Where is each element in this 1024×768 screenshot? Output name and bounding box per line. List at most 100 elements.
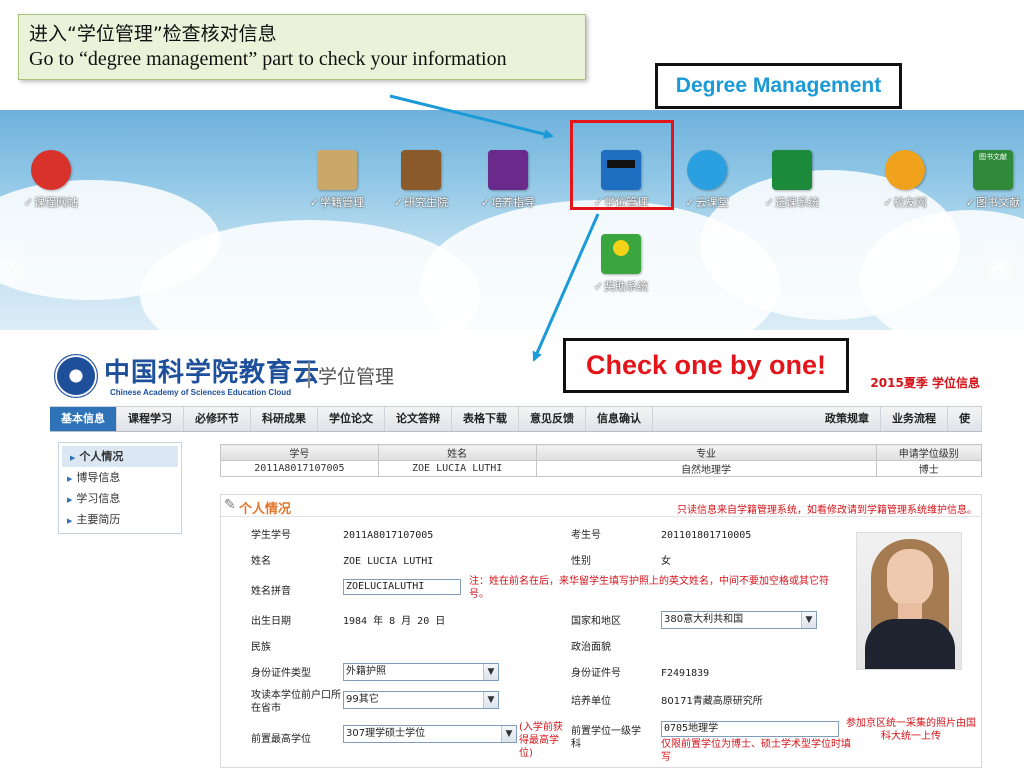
label-prev-degree: 前置最高学位 [251, 734, 311, 745]
app-label: 校友网 [893, 196, 927, 209]
degree-management-site: 中国科学院教育云 Chinese Academy of Sciences Edu… [50, 348, 982, 768]
cas-logo-icon [54, 354, 98, 398]
label-id-type: 身份证件类型 [251, 668, 311, 679]
cell-name: ZOE LUCIA LUTHI [377, 460, 537, 477]
menu-supervisor-info[interactable]: ▶ 博导信息 [59, 467, 181, 488]
portal-banner: « » ✓课程网站 ✓学籍管理 ✓研究生院 ✓培养指导 ✓学位管理 ✓云课堂 ✓… [0, 110, 1024, 330]
country-select[interactable]: 380意大利共和国 ▼ [661, 611, 817, 629]
degree-management-label: Degree Management [655, 63, 902, 109]
summary-table: 学号 姓名 专业 申请学位级别 2011A8017107005 ZOE LUCI… [220, 444, 982, 477]
slide: 进入“学位管理”检查核对信息 Go to “degree management”… [0, 0, 1024, 768]
value-id-no: F2491839 [661, 668, 710, 679]
label-unit: 培养单位 [571, 696, 611, 707]
label-name: 姓名 [251, 556, 271, 567]
nav-course-study[interactable]: 课程学习 [117, 407, 184, 431]
label-political: 政治面貌 [571, 642, 611, 653]
app-label: 课程网站 [34, 196, 79, 209]
summary-header-row: 学号 姓名 专业 申请学位级别 [220, 444, 982, 461]
pinyin-note: 注：姓在前名在后，来华留学生填写护照上的英文姓名，中间不要加空格或其它符号。 [469, 576, 829, 600]
menu-resume[interactable]: ▶ 主要简历 [59, 509, 181, 530]
cell-major: 自然地理学 [535, 460, 877, 477]
nav-info-confirm[interactable]: 信息确认 [586, 407, 653, 431]
label-gender: 性别 [571, 556, 591, 567]
chevron-down-icon: ▼ [801, 612, 816, 628]
library-icon: 图书文献 [973, 150, 1013, 190]
nav-form-download[interactable]: 表格下载 [452, 407, 519, 431]
value-unit: 80171青藏高原研究所 [661, 696, 763, 707]
cloud-classroom-icon [687, 150, 727, 190]
value-gender: 女 [661, 556, 671, 567]
readonly-note: 只读信息来自学籍管理系统，如看修改请到学籍管理系统维护信息。 [677, 505, 977, 516]
nav-process[interactable]: 业务流程 [881, 407, 948, 431]
label-student-no: 学生学号 [251, 530, 291, 541]
nav-required-steps[interactable]: 必修环节 [184, 407, 251, 431]
left-menu: ▶ 个人情况 ▶ 博导信息 ▶ 学习信息 ▶ 主要简历 [58, 442, 182, 534]
app-label: 图书文献 [976, 196, 1021, 209]
app-award-system[interactable]: ✓奖助系统 [566, 234, 676, 294]
carousel-next-button[interactable]: » [986, 245, 1014, 285]
nav-more[interactable]: 使 [948, 407, 982, 431]
site-logo-text: 中国科学院教育云 [104, 358, 321, 388]
value-name: ZOE LUCIA LUTHI [343, 556, 434, 567]
summary-row: 2011A8017107005 ZOE LUCIA LUTHI 自然地理学 博士 [220, 460, 982, 477]
section-title: 个人情况 [239, 502, 292, 517]
app-label: 学籍管理 [320, 196, 365, 209]
id-type-value: 外籍护照 [346, 666, 386, 677]
carousel-prev-button[interactable]: « [0, 245, 24, 285]
site-logo-english: Chinese Academy of Sciences Education Cl… [110, 388, 292, 397]
nav-basic-info[interactable]: 基本信息 [50, 407, 117, 431]
chevron-down-icon: ▼ [483, 692, 498, 708]
course-selection-icon [772, 150, 812, 190]
app-label: 研究生院 [404, 196, 449, 209]
label-birth: 出生日期 [251, 616, 291, 627]
nav-thesis[interactable]: 学位论文 [318, 407, 385, 431]
award-system-icon [601, 234, 641, 274]
value-student-no: 2011A8017107005 [343, 530, 434, 541]
cell-degree-level: 博士 [875, 460, 982, 477]
cell-student-no: 2011A8017107005 [220, 460, 379, 477]
app-label: 云课堂 [695, 196, 729, 209]
pencil-icon: ✎ [224, 497, 236, 513]
app-course-selection[interactable]: ✓选课系统 [737, 150, 847, 210]
app-label: 奖助系统 [604, 280, 649, 293]
menu-study-info[interactable]: ▶ 学习信息 [59, 488, 181, 509]
header-name: 姓名 [377, 444, 537, 461]
app-training-guide[interactable]: ✓培养指导 [453, 150, 563, 210]
alumni-network-icon [885, 150, 925, 190]
header-major: 专业 [535, 444, 877, 461]
header-degree-level: 申请学位级别 [875, 444, 982, 461]
app-course-website[interactable]: ✓课程网站 [0, 150, 106, 210]
graduate-school-icon [401, 150, 441, 190]
label-pinyin: 姓名拼音 [251, 586, 291, 597]
app-library[interactable]: 图书文献 ✓图书文献 [938, 150, 1024, 210]
instruction-chinese: 进入“学位管理”检查核对信息 [29, 23, 277, 45]
check-one-by-one-label: Check one by one! [563, 338, 849, 393]
country-value: 380意大利共和国 [664, 614, 744, 625]
label-exam-no: 考生号 [571, 530, 601, 541]
nav-policies[interactable]: 政策规章 [814, 407, 881, 431]
hukou-select[interactable]: 99其它 ▼ [343, 691, 499, 709]
prev-degree-note: (入学前获得最高学位) [519, 722, 563, 759]
student-photo [856, 532, 962, 670]
section-header: ✎ 个人情况 只读信息来自学籍管理系统，如看修改请到学籍管理系统维护信息。 [221, 495, 981, 517]
chevron-down-icon: ▼ [483, 664, 498, 680]
site-subtitle: 学位管理 [318, 366, 395, 388]
course-website-icon [31, 150, 71, 190]
header-student-no: 学号 [220, 444, 379, 461]
season-label: 2015夏季 学位信息 [870, 376, 980, 390]
app-label: 培养指导 [491, 196, 536, 209]
hukou-value: 99其它 [346, 694, 379, 705]
instruction-callout: 进入“学位管理”检查核对信息 Go to “degree management”… [18, 14, 586, 80]
menu-personal-info[interactable]: ▶ 个人情况 [62, 446, 178, 467]
photo-note: 参加京区统一采集的照片由国科大统一上传 [846, 718, 976, 742]
nav-feedback[interactable]: 意见反馈 [519, 407, 586, 431]
label-hukou: 攻读本学位前户口所在省市 [251, 690, 341, 714]
label-prev-discipline: 前置学位一级学科 [571, 726, 641, 750]
training-guide-icon [488, 150, 528, 190]
app-label: 选课系统 [775, 196, 820, 209]
nav-research-results[interactable]: 科研成果 [251, 407, 318, 431]
id-type-select[interactable]: 外籍护照 ▼ [343, 663, 499, 681]
nav-defense[interactable]: 论文答辩 [385, 407, 452, 431]
prev-discipline-input[interactable]: 0705地理学 [661, 721, 839, 737]
